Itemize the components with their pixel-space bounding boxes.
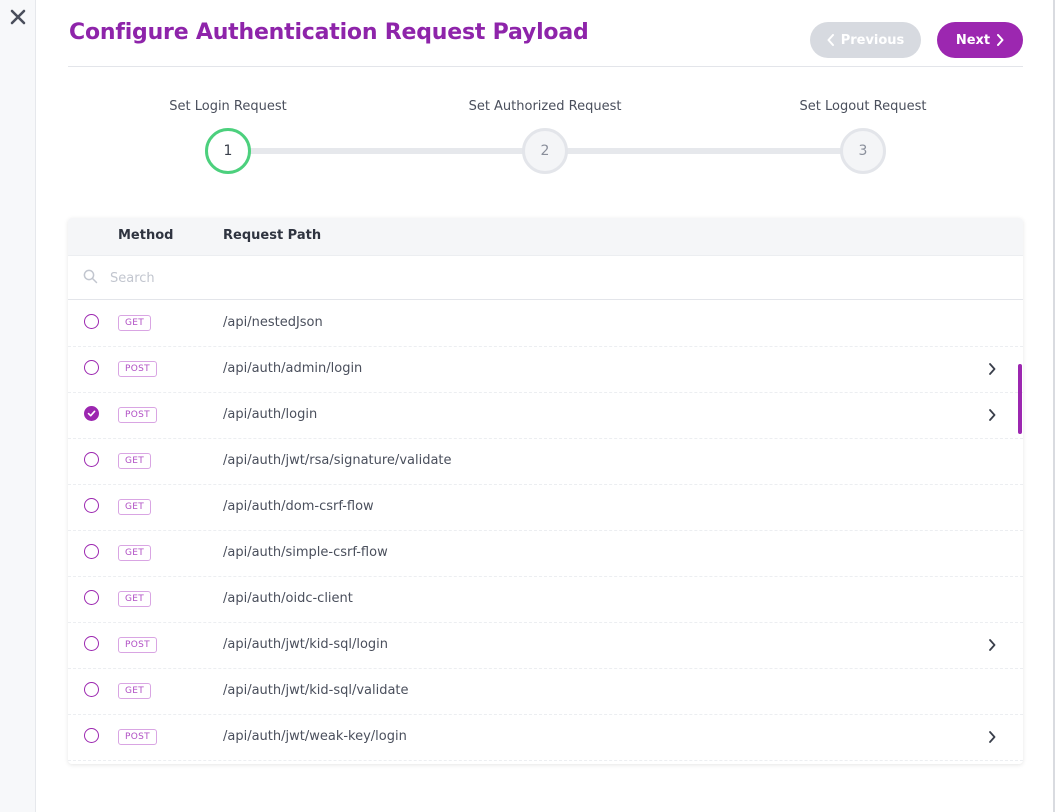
method-badge: POST: [118, 407, 157, 423]
table-row[interactable]: GET /api/auth/jwt/kid-sql/validate: [68, 669, 1023, 715]
progress-stepper: Set Login Request 1 Set Authorized Reque…: [68, 90, 1023, 190]
request-path: /api/auth/jwt/kid-sql/login: [223, 637, 389, 652]
table-rows: GET /api/nestedJson POST /api/auth/admin…: [68, 301, 1023, 761]
table-row[interactable]: GET /api/auth/dom-csrf-flow: [68, 485, 1023, 531]
method-badge: GET: [118, 591, 152, 607]
row-radio[interactable]: [84, 682, 99, 697]
column-header-path[interactable]: Request Path: [223, 228, 321, 243]
chevron-right-icon[interactable]: [988, 731, 996, 743]
search-icon: [83, 269, 98, 284]
table-row[interactable]: GET /api/auth/simple-csrf-flow: [68, 531, 1023, 577]
page-title: Configure Authentication Request Payload: [69, 20, 589, 45]
chevron-left-icon: [827, 34, 834, 46]
row-radio[interactable]: [84, 728, 99, 743]
table-scrollbar[interactable]: [1018, 364, 1022, 434]
method-badge: GET: [118, 545, 152, 561]
row-radio[interactable]: [84, 406, 99, 421]
method-badge: POST: [118, 361, 157, 377]
check-icon: [87, 410, 96, 417]
table-row[interactable]: GET /api/auth/jwt/rsa/signature/validate: [68, 439, 1023, 485]
chevron-right-icon: [997, 34, 1004, 46]
request-path: /api/auth/oidc-client: [223, 591, 353, 606]
request-path: /api/auth/login: [223, 407, 318, 422]
previous-label: Previous: [840, 32, 905, 48]
request-path: /api/auth/dom-csrf-flow: [223, 499, 374, 514]
table-row[interactable]: POST /api/auth/jwt/weak-key/login: [68, 715, 1023, 761]
close-button[interactable]: [7, 6, 29, 28]
method-badge: POST: [118, 729, 157, 745]
column-header-method[interactable]: Method: [118, 228, 173, 243]
step-label-authorized: Set Authorized Request: [468, 99, 622, 114]
table-row[interactable]: POST /api/auth/admin/login: [68, 347, 1023, 393]
chevron-right-icon[interactable]: [988, 409, 996, 421]
table-row[interactable]: GET /api/nestedJson: [68, 301, 1023, 347]
search-bar: [68, 256, 1023, 300]
request-path: /api/auth/simple-csrf-flow: [223, 545, 388, 560]
step-connector: [545, 148, 863, 154]
request-path: /api/auth/jwt/kid-sql/validate: [223, 683, 409, 698]
row-radio[interactable]: [84, 498, 99, 513]
left-rail: [0, 0, 36, 812]
method-badge: GET: [118, 683, 152, 699]
page-header: Configure Authentication Request Payload…: [68, 0, 1023, 67]
close-icon: [10, 9, 26, 25]
row-radio[interactable]: [84, 360, 99, 375]
step-3-indicator[interactable]: 3: [840, 128, 886, 174]
step-2-indicator[interactable]: 2: [522, 128, 568, 174]
table-row[interactable]: POST /api/auth/login: [68, 393, 1023, 439]
table-row[interactable]: POST /api/auth/jwt/kid-sql/login: [68, 623, 1023, 669]
chevron-right-icon[interactable]: [988, 363, 996, 375]
row-radio[interactable]: [84, 590, 99, 605]
row-radio[interactable]: [84, 636, 99, 651]
next-button[interactable]: Next: [937, 22, 1023, 58]
request-path: /api/nestedJson: [223, 315, 323, 330]
request-table: Method Request Path GET /api/nestedJson …: [68, 218, 1023, 764]
table-row[interactable]: GET /api/auth/oidc-client: [68, 577, 1023, 623]
step-label-login: Set Login Request: [169, 99, 287, 114]
previous-button[interactable]: Previous: [810, 22, 921, 58]
table-header: Method Request Path: [68, 218, 1023, 256]
row-radio[interactable]: [84, 314, 99, 329]
method-badge: GET: [118, 453, 152, 469]
search-input[interactable]: [110, 266, 990, 290]
method-badge: GET: [118, 315, 152, 331]
row-radio[interactable]: [84, 544, 99, 559]
method-badge: POST: [118, 637, 157, 653]
step-label-logout: Set Logout Request: [799, 99, 927, 114]
row-radio[interactable]: [84, 452, 99, 467]
method-badge: GET: [118, 499, 152, 515]
request-path: /api/auth/jwt/rsa/signature/validate: [223, 453, 452, 468]
request-path: /api/auth/admin/login: [223, 361, 363, 376]
step-connector: [228, 148, 545, 154]
step-1-indicator[interactable]: 1: [205, 128, 251, 174]
chevron-right-icon[interactable]: [988, 639, 996, 651]
request-path: /api/auth/jwt/weak-key/login: [223, 729, 407, 744]
next-label: Next: [955, 32, 991, 48]
